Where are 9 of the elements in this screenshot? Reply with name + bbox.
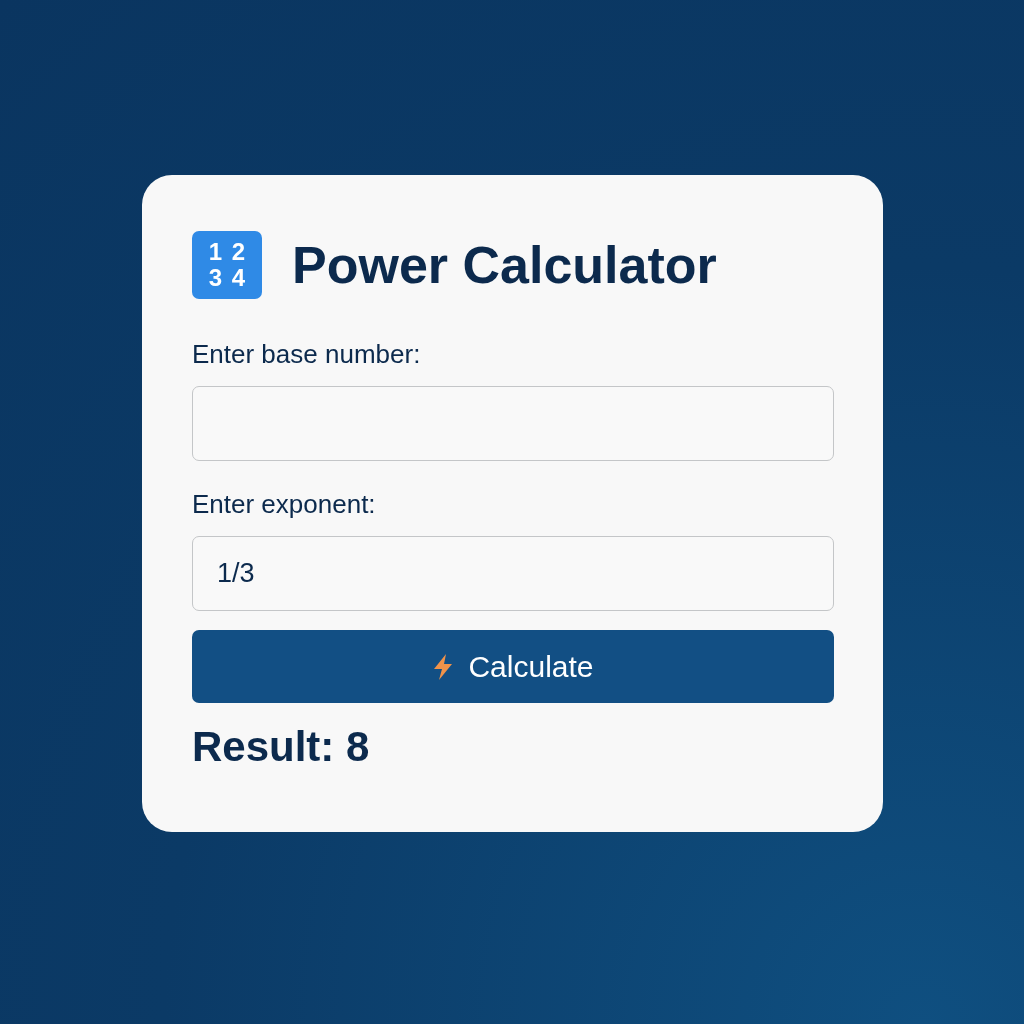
result-text: Result: 8 xyxy=(192,723,370,771)
input-field[interactable] xyxy=(192,386,834,461)
lightning-icon xyxy=(432,652,455,681)
app-title: Power Calculator xyxy=(292,235,717,295)
field-label: Enter exponent: xyxy=(192,489,376,520)
field-label: Enter base number: xyxy=(192,339,421,370)
calculate-button[interactable]: Calculate xyxy=(192,630,834,703)
numbers-icon: 1 2 3 4 xyxy=(192,231,262,299)
input-field[interactable]: 1/3 xyxy=(192,536,834,611)
